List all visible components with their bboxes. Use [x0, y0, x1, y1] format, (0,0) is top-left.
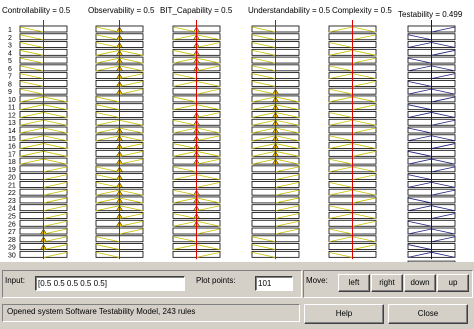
rule-number: 14	[8, 128, 16, 135]
rule-number: 1	[8, 27, 12, 34]
rule-viewer-plot[interactable]: Controllability = 0.5 Observability = 0.5…	[0, 0, 474, 272]
variable-header: Observability = 0.5	[88, 6, 155, 15]
variable-header: Complexity = 0.5	[332, 6, 392, 15]
rule-number: 13	[8, 120, 16, 127]
rule-viewer-svg: Controllability = 0.5 Observability = 0.5…	[2, 6, 463, 272]
move-up-button[interactable]: up	[437, 274, 469, 292]
rule-number: 19	[8, 167, 16, 174]
rule-number: 22	[8, 190, 16, 197]
input-field[interactable]: [0.5 0.5 0.5 0.5 0.5]	[35, 276, 185, 291]
move-label: Move:	[306, 276, 328, 285]
rule-number: 10	[8, 97, 16, 104]
rule-number: 3	[8, 43, 12, 50]
close-button[interactable]: Close	[388, 304, 468, 324]
rule-number: 20	[8, 175, 16, 182]
rule-number: 28	[8, 237, 16, 244]
rule-number: 24	[8, 206, 16, 213]
rule-number: 2	[8, 35, 12, 42]
rule-number: 27	[8, 229, 16, 236]
variable-header: Understandability = 0.5	[248, 6, 331, 15]
output-header: Testability = 0.499	[398, 10, 463, 19]
status-bar: Opened system Software Testability Model…	[2, 304, 300, 322]
rule-number: 4	[8, 50, 12, 57]
rule-number: 18	[8, 159, 16, 166]
move-left-button[interactable]: left	[338, 274, 370, 292]
rule-number: 23	[8, 198, 16, 205]
plot-points-field[interactable]: 101	[255, 276, 293, 291]
rule-number: 12	[8, 112, 16, 119]
variable-header: Controllability = 0.5	[2, 6, 71, 15]
move-right-button[interactable]: right	[371, 274, 403, 292]
rule-number: 11	[8, 105, 15, 112]
aggregate-output	[407, 260, 456, 272]
input-label: Input:	[5, 276, 26, 285]
rule-number: 8	[8, 81, 12, 88]
rule-number: 26	[8, 221, 16, 228]
rule-number: 9	[8, 89, 12, 96]
rule-number: 25	[8, 213, 16, 220]
rule-number: 29	[8, 245, 16, 252]
plot-points-label: Plot points:	[196, 276, 236, 285]
rule-number: 5	[8, 58, 12, 65]
rule-number: 16	[8, 144, 16, 151]
rule-number: 7	[8, 74, 12, 81]
rule-number: 15	[8, 136, 16, 143]
rule-number: 17	[8, 151, 16, 158]
variable-header: BIT_Capability = 0.5	[160, 6, 233, 15]
rule-number: 30	[8, 252, 16, 259]
rule-number: 21	[8, 182, 16, 189]
rule-number: 6	[8, 66, 12, 73]
move-down-button[interactable]: down	[404, 274, 436, 292]
help-button[interactable]: Help	[304, 304, 384, 324]
